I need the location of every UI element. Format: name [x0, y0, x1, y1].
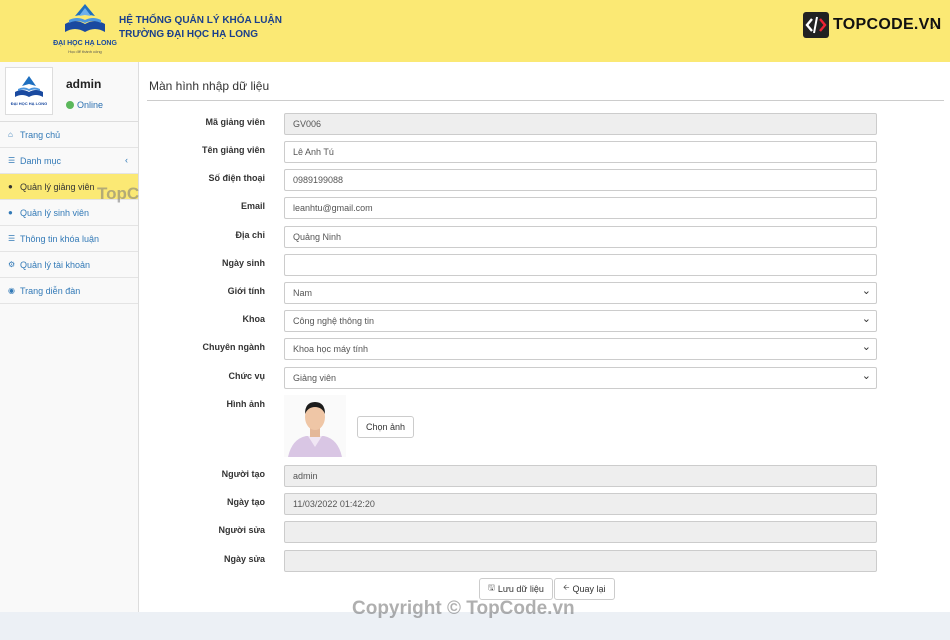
university-logo[interactable]: ĐẠI HỌC HẠ LONG Học để thành công [52, 2, 118, 54]
user-status-label: Online [77, 100, 104, 110]
sidebar-item-categories[interactable]: ☰ Danh mục ‹ [0, 148, 138, 174]
topcode-brand[interactable]: TOPCODE.VN [803, 12, 942, 38]
copyright-watermark: Copyright © TopCode.vn [352, 598, 575, 619]
form-row-lecturer-id: Mã giảng viên GV006 [139, 113, 950, 135]
chevron-down-icon[interactable]: ⌵ [930, 20, 937, 31]
sidebar-item-label: Quản lý sinh viên [20, 207, 90, 218]
lecturer-name-field[interactable]: Lê Anh Tú [284, 141, 877, 163]
main-content: Màn hình nhập dữ liệu Mã giảng viên GV00… [139, 62, 950, 612]
form-row-address: Địa chỉ Quảng Ninh [139, 226, 950, 248]
modified-date-label: Ngày sửa [223, 554, 265, 564]
online-dot-icon [66, 101, 74, 109]
modified-date-field[interactable] [284, 550, 877, 572]
phone-label: Số điện thoại [208, 173, 265, 183]
major-label: Chuyên ngành [202, 342, 266, 352]
created-date-label: Ngày tạo [226, 497, 265, 507]
logo-text: ĐẠI HỌC HẠ LONG [53, 40, 117, 47]
list-icon: ☰ [8, 234, 16, 243]
email-field[interactable]: leanhtu@gmail.com [284, 197, 877, 219]
faculty-label: Khoa [242, 314, 266, 324]
lecturer-id-field[interactable]: GV006 [284, 113, 877, 135]
gears-icon: ⚙ [8, 260, 16, 269]
address-label: Địa chỉ [235, 230, 265, 240]
position-label: Chức vụ [228, 371, 265, 381]
form-row-lecturer-name: Tên giảng viên Lê Anh Tú [139, 141, 950, 163]
save-icon: 🖫 [488, 583, 495, 592]
divider [147, 100, 944, 101]
address-field[interactable]: Quảng Ninh [284, 226, 877, 248]
form-row-major: Chuyên ngành Khoa học máy tính [139, 338, 950, 360]
globe-icon: ◉ [8, 286, 15, 295]
sidebar-item-label: Quản lý tài khoản [20, 259, 91, 270]
modified-by-field[interactable] [284, 521, 877, 543]
lecturer-id-label: Mã giảng viên [205, 117, 265, 127]
choose-image-button[interactable]: Chọn ảnh [357, 416, 415, 438]
photo-label: Hình ảnh [226, 399, 266, 409]
form-row-created-by: Người tạo admin [139, 465, 950, 487]
user-name: admin [66, 77, 102, 91]
lecturer-name-label: Tên giảng viên [201, 145, 265, 155]
form-row-phone: Số điện thoại 0989199088 [139, 169, 950, 191]
form-row-position: Chức vụ Giảng viên [139, 367, 950, 389]
form-row-photo: Hình ảnh [139, 395, 950, 417]
form-row-faculty: Khoa Công nghệ thông tin [139, 310, 950, 332]
book-logo-icon [65, 4, 105, 32]
system-title: HỆ THỐNG QUẢN LÝ KHÓA LUẬN TRƯỜNG ĐẠI HỌ… [119, 14, 282, 42]
avatar-text: ĐẠI HỌC HẠ LONG [10, 101, 48, 106]
birthdate-label: Ngày sinh [221, 258, 265, 268]
topcode-logo-icon [803, 12, 829, 38]
list-icon: ☰ [8, 156, 16, 165]
form-row-modified-by: Người sửa [139, 521, 950, 543]
sidebar-item-label: Quản lý giảng viên [20, 181, 95, 192]
gender-label: Giới tính [227, 286, 265, 296]
form-row-birthdate: Ngày sinh [139, 254, 950, 276]
sidebar: ĐẠI HỌC HẠ LONG admin Online ⌂ Trang chủ… [0, 62, 139, 640]
system-title-line1: HỆ THỐNG QUẢN LÝ KHÓA LUẬN [119, 15, 282, 26]
created-by-label: Người tạo [221, 469, 265, 479]
arrow-left-icon: 🡨 [563, 583, 570, 592]
sidebar-item-label: Trang chủ [20, 129, 61, 140]
user-panel: ĐẠI HỌC HẠ LONG admin Online [0, 62, 138, 122]
form-row-email: Email leanhtu@gmail.com [139, 197, 950, 219]
user-icon: ● [8, 182, 13, 191]
avatar: ĐẠI HỌC HẠ LONG [5, 67, 53, 115]
faculty-select[interactable]: Công nghệ thông tin [284, 310, 877, 332]
position-select[interactable]: Giảng viên [284, 367, 877, 389]
chevron-left-icon: ‹ [125, 155, 128, 165]
sidebar-item-label: Trang diễn đàn [20, 285, 81, 296]
back-button[interactable]: 🡨 Quay lại [554, 578, 615, 600]
page-title: Màn hình nhập dữ liệu [149, 79, 270, 93]
home-icon: ⌂ [8, 130, 13, 139]
created-date-field[interactable]: 11/03/2022 01:42:20 [284, 493, 877, 515]
created-by-field[interactable]: admin [284, 465, 877, 487]
sidebar-item-home[interactable]: ⌂ Trang chủ [0, 122, 138, 148]
top-header: ĐẠI HỌC HẠ LONG Học để thành công HỆ THỐ… [0, 0, 950, 62]
sidebar-item-label: Thông tin khóa luận [20, 233, 100, 244]
user-status: Online [66, 100, 103, 110]
sidebar-item-accounts[interactable]: ⚙ Quản lý tài khoản [0, 252, 138, 278]
logo-slogan: Học để thành công [68, 49, 102, 54]
sidebar-item-label: Danh mục [20, 155, 62, 166]
save-button-label: Lưu dữ liệu [497, 584, 544, 594]
major-select[interactable]: Khoa học máy tính [284, 338, 877, 360]
back-button-label: Quay lại [572, 584, 606, 594]
phone-field[interactable]: 0989199088 [284, 169, 877, 191]
sidebar-item-thesis-info[interactable]: ☰ Thông tin khóa luận [0, 226, 138, 252]
lecturer-photo [284, 395, 346, 457]
modified-by-label: Người sửa [218, 525, 265, 535]
brand-text: TOPCODE.VN [833, 16, 942, 33]
sidebar-item-forum[interactable]: ◉ Trang diễn đàn [0, 278, 138, 304]
system-title-line2: TRƯỜNG ĐẠI HỌC HẠ LONG [119, 29, 259, 40]
form-row-gender: Giới tính Nam [139, 282, 950, 304]
form-row-created-date: Ngày tạo 11/03/2022 01:42:20 [139, 493, 950, 515]
email-label: Email [240, 201, 265, 211]
form-row-modified-date: Ngày sửa [139, 550, 950, 572]
gender-select[interactable]: Nam [284, 282, 877, 304]
users-icon: ● [8, 208, 13, 217]
save-button[interactable]: 🖫 Lưu dữ liệu [479, 578, 553, 600]
birthdate-field[interactable] [284, 254, 877, 276]
